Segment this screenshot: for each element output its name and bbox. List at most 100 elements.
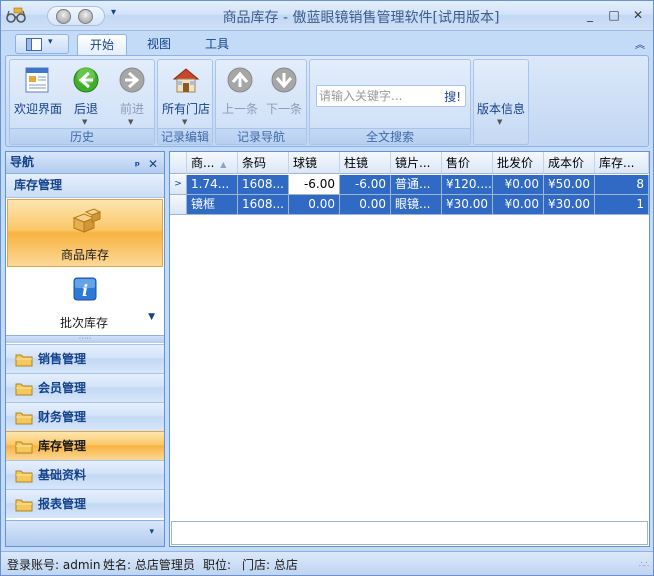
tab-tools[interactable]: 工具	[193, 34, 241, 55]
close-button[interactable]: ✕	[627, 6, 649, 24]
back-arrow-icon	[73, 67, 99, 93]
qat-customize-icon[interactable]: ▾	[111, 7, 121, 23]
folder-icon	[15, 412, 33, 425]
table-cell[interactable]: 0.00	[340, 195, 391, 215]
nav-splitter[interactable]: ·····	[6, 335, 164, 343]
table-cell[interactable]: -6.00	[289, 175, 340, 195]
nav-category-finance[interactable]: 财务管理	[6, 402, 164, 431]
grid-header: 商... ▲ 条码 球镜 柱镜 镜片... 售价 批发价 成本价 库存...	[170, 152, 649, 174]
column-header-barcode[interactable]: 条码	[238, 152, 289, 174]
table-cell[interactable]: 0.00	[289, 195, 340, 215]
table-cell[interactable]: 1	[595, 195, 649, 215]
nav-category-inventory[interactable]: 库存管理	[6, 431, 164, 460]
search-input[interactable]	[319, 88, 437, 104]
table-cell[interactable]: ¥50.00	[544, 175, 595, 195]
table-row[interactable]: > 1.74... 1608... -6.00 -6.00 普通... ¥120…	[170, 175, 649, 195]
search-button[interactable]: 搜!	[444, 88, 461, 105]
nav-category-label: 报表管理	[38, 497, 87, 511]
record-edit-group-label: 记录编辑	[158, 128, 212, 144]
welcome-button[interactable]: 欢迎界面	[14, 62, 62, 126]
ribbon-group-record-edit: 所有门店 ▼ 记录编辑	[157, 59, 213, 145]
column-header-wholesale[interactable]: 批发价	[493, 152, 544, 174]
history-group-label: 历史	[10, 128, 154, 144]
all-stores-button[interactable]: 所有门店 ▼	[162, 62, 210, 126]
table-row[interactable]: 镜框 1608... 0.00 0.00 眼镜... ¥30.00 ¥0.00 …	[170, 195, 649, 215]
minimize-button[interactable]: _	[579, 6, 601, 24]
table-cell[interactable]: 1.74...	[187, 175, 238, 195]
table-cell[interactable]: ¥0.00	[493, 175, 544, 195]
folder-icon	[15, 441, 33, 454]
table-cell[interactable]: ¥30.00	[442, 195, 493, 215]
ribbon-group-record-nav: 上一条 下一条 记录导航	[215, 59, 307, 145]
column-header-price[interactable]: 售价	[442, 152, 493, 174]
nav-section-title: 库存管理	[6, 174, 164, 198]
title-bar: ‹ › ▾ 商品库存 - 傲蓝眼镜销售管理软件[试用版本] _ □ ✕	[1, 1, 653, 31]
table-cell[interactable]: 普通...	[391, 175, 442, 195]
column-header-sphere[interactable]: 球镜	[289, 152, 340, 174]
up-arrow-icon	[227, 67, 253, 93]
next-record-button[interactable]: 下一条	[264, 62, 304, 126]
nav-category-label: 会员管理	[38, 381, 87, 395]
table-cell[interactable]: 8	[595, 175, 649, 195]
column-header-lens[interactable]: 镜片...	[391, 152, 442, 174]
batch-stock-label: 批次库存	[59, 316, 108, 330]
glasses-app-icon[interactable]	[5, 6, 27, 26]
all-stores-dropdown-icon[interactable]: ▼	[182, 118, 187, 126]
back-dropdown-icon[interactable]: ▼	[82, 118, 87, 126]
back-button[interactable]: 后退 ▼	[66, 62, 106, 126]
column-header-product[interactable]: 商... ▲	[187, 152, 238, 174]
table-cell[interactable]: 1608...	[238, 195, 289, 215]
maximize-button[interactable]: □	[603, 6, 625, 24]
ribbon-tab-row: ▾ 开始 视图 工具 ︽	[1, 31, 653, 55]
info-icon: i	[73, 277, 97, 301]
nav-category-sales[interactable]: 销售管理	[6, 344, 164, 373]
column-header-stock[interactable]: 库存...	[595, 152, 649, 174]
nav-category-label: 财务管理	[38, 410, 87, 424]
resize-grip-icon[interactable]: ∴∴	[639, 560, 649, 569]
previous-record-button[interactable]: 上一条	[220, 62, 260, 126]
window-title: 商品库存 - 傲蓝眼镜销售管理软件[试用版本]	[222, 10, 500, 26]
welcome-button-label: 欢迎界面	[13, 102, 62, 116]
nav-overflow-icon[interactable]: ▼	[148, 312, 155, 322]
table-cell[interactable]: 眼镜...	[391, 195, 442, 215]
column-header-cost[interactable]: 成本价	[544, 152, 595, 174]
table-cell[interactable]: -6.00	[340, 175, 391, 195]
navigation-pane: 导航 ᵖ ✕ 库存管理 商品库存 i 批次库存 ▼ ····· 销售管理 会员管…	[5, 151, 165, 547]
nav-category-basic-data[interactable]: 基础资料	[6, 460, 164, 489]
tab-view[interactable]: 视图	[135, 34, 183, 55]
nav-header: 导航 ᵖ ✕	[6, 152, 164, 174]
status-store: 门店: 总店	[242, 558, 298, 572]
table-cell[interactable]: ¥0.00	[493, 195, 544, 215]
nav-category-members[interactable]: 会员管理	[6, 373, 164, 402]
nav-configure-icon[interactable]: ▾	[149, 527, 154, 537]
collapse-ribbon-icon[interactable]: ︽	[635, 36, 645, 51]
table-cell[interactable]: ¥120....	[442, 175, 493, 195]
status-account: 登录账号: admin	[7, 558, 101, 572]
table-cell[interactable]: ¥30.00	[544, 195, 595, 215]
tab-start[interactable]: 开始	[77, 34, 128, 55]
nav-item-batch-stock[interactable]: i 批次库存 ▼	[7, 268, 163, 336]
version-info-label: 版本信息	[476, 102, 525, 116]
welcome-icon	[25, 67, 49, 93]
table-cell[interactable]: 1608...	[238, 175, 289, 195]
forward-button[interactable]: 前进 ▼	[112, 62, 152, 126]
nav-close-icon[interactable]: ✕	[148, 154, 158, 175]
window-layout-icon	[26, 38, 42, 51]
version-info-button[interactable]: 版本信息 ▼	[473, 59, 529, 145]
column-header-cylinder[interactable]: 柱镜	[340, 152, 391, 174]
folder-icon	[15, 499, 33, 512]
nav-category-reports[interactable]: 报表管理	[6, 489, 164, 518]
folder-icon	[15, 383, 33, 396]
status-bar: 登录账号: admin 姓名: 总店管理员 职位: 门店: 总店 ∴∴	[1, 551, 653, 575]
qat-forward-icon[interactable]: ›	[78, 9, 93, 24]
nav-item-product-stock[interactable]: 商品库存	[7, 199, 163, 267]
down-arrow-icon	[271, 67, 297, 93]
pin-icon[interactable]: ᵖ	[135, 155, 140, 176]
table-cell[interactable]: 镜框	[187, 195, 238, 215]
folder-icon	[15, 470, 33, 483]
qat-back-icon[interactable]: ‹	[56, 9, 71, 24]
application-menu-button[interactable]: ▾	[15, 34, 69, 54]
forward-dropdown-icon[interactable]: ▼	[128, 118, 133, 126]
stock-grid: 商... ▲ 条码 球镜 柱镜 镜片... 售价 批发价 成本价 库存... >…	[169, 151, 650, 547]
quick-access-toolbar: ‹ ›	[47, 6, 105, 26]
